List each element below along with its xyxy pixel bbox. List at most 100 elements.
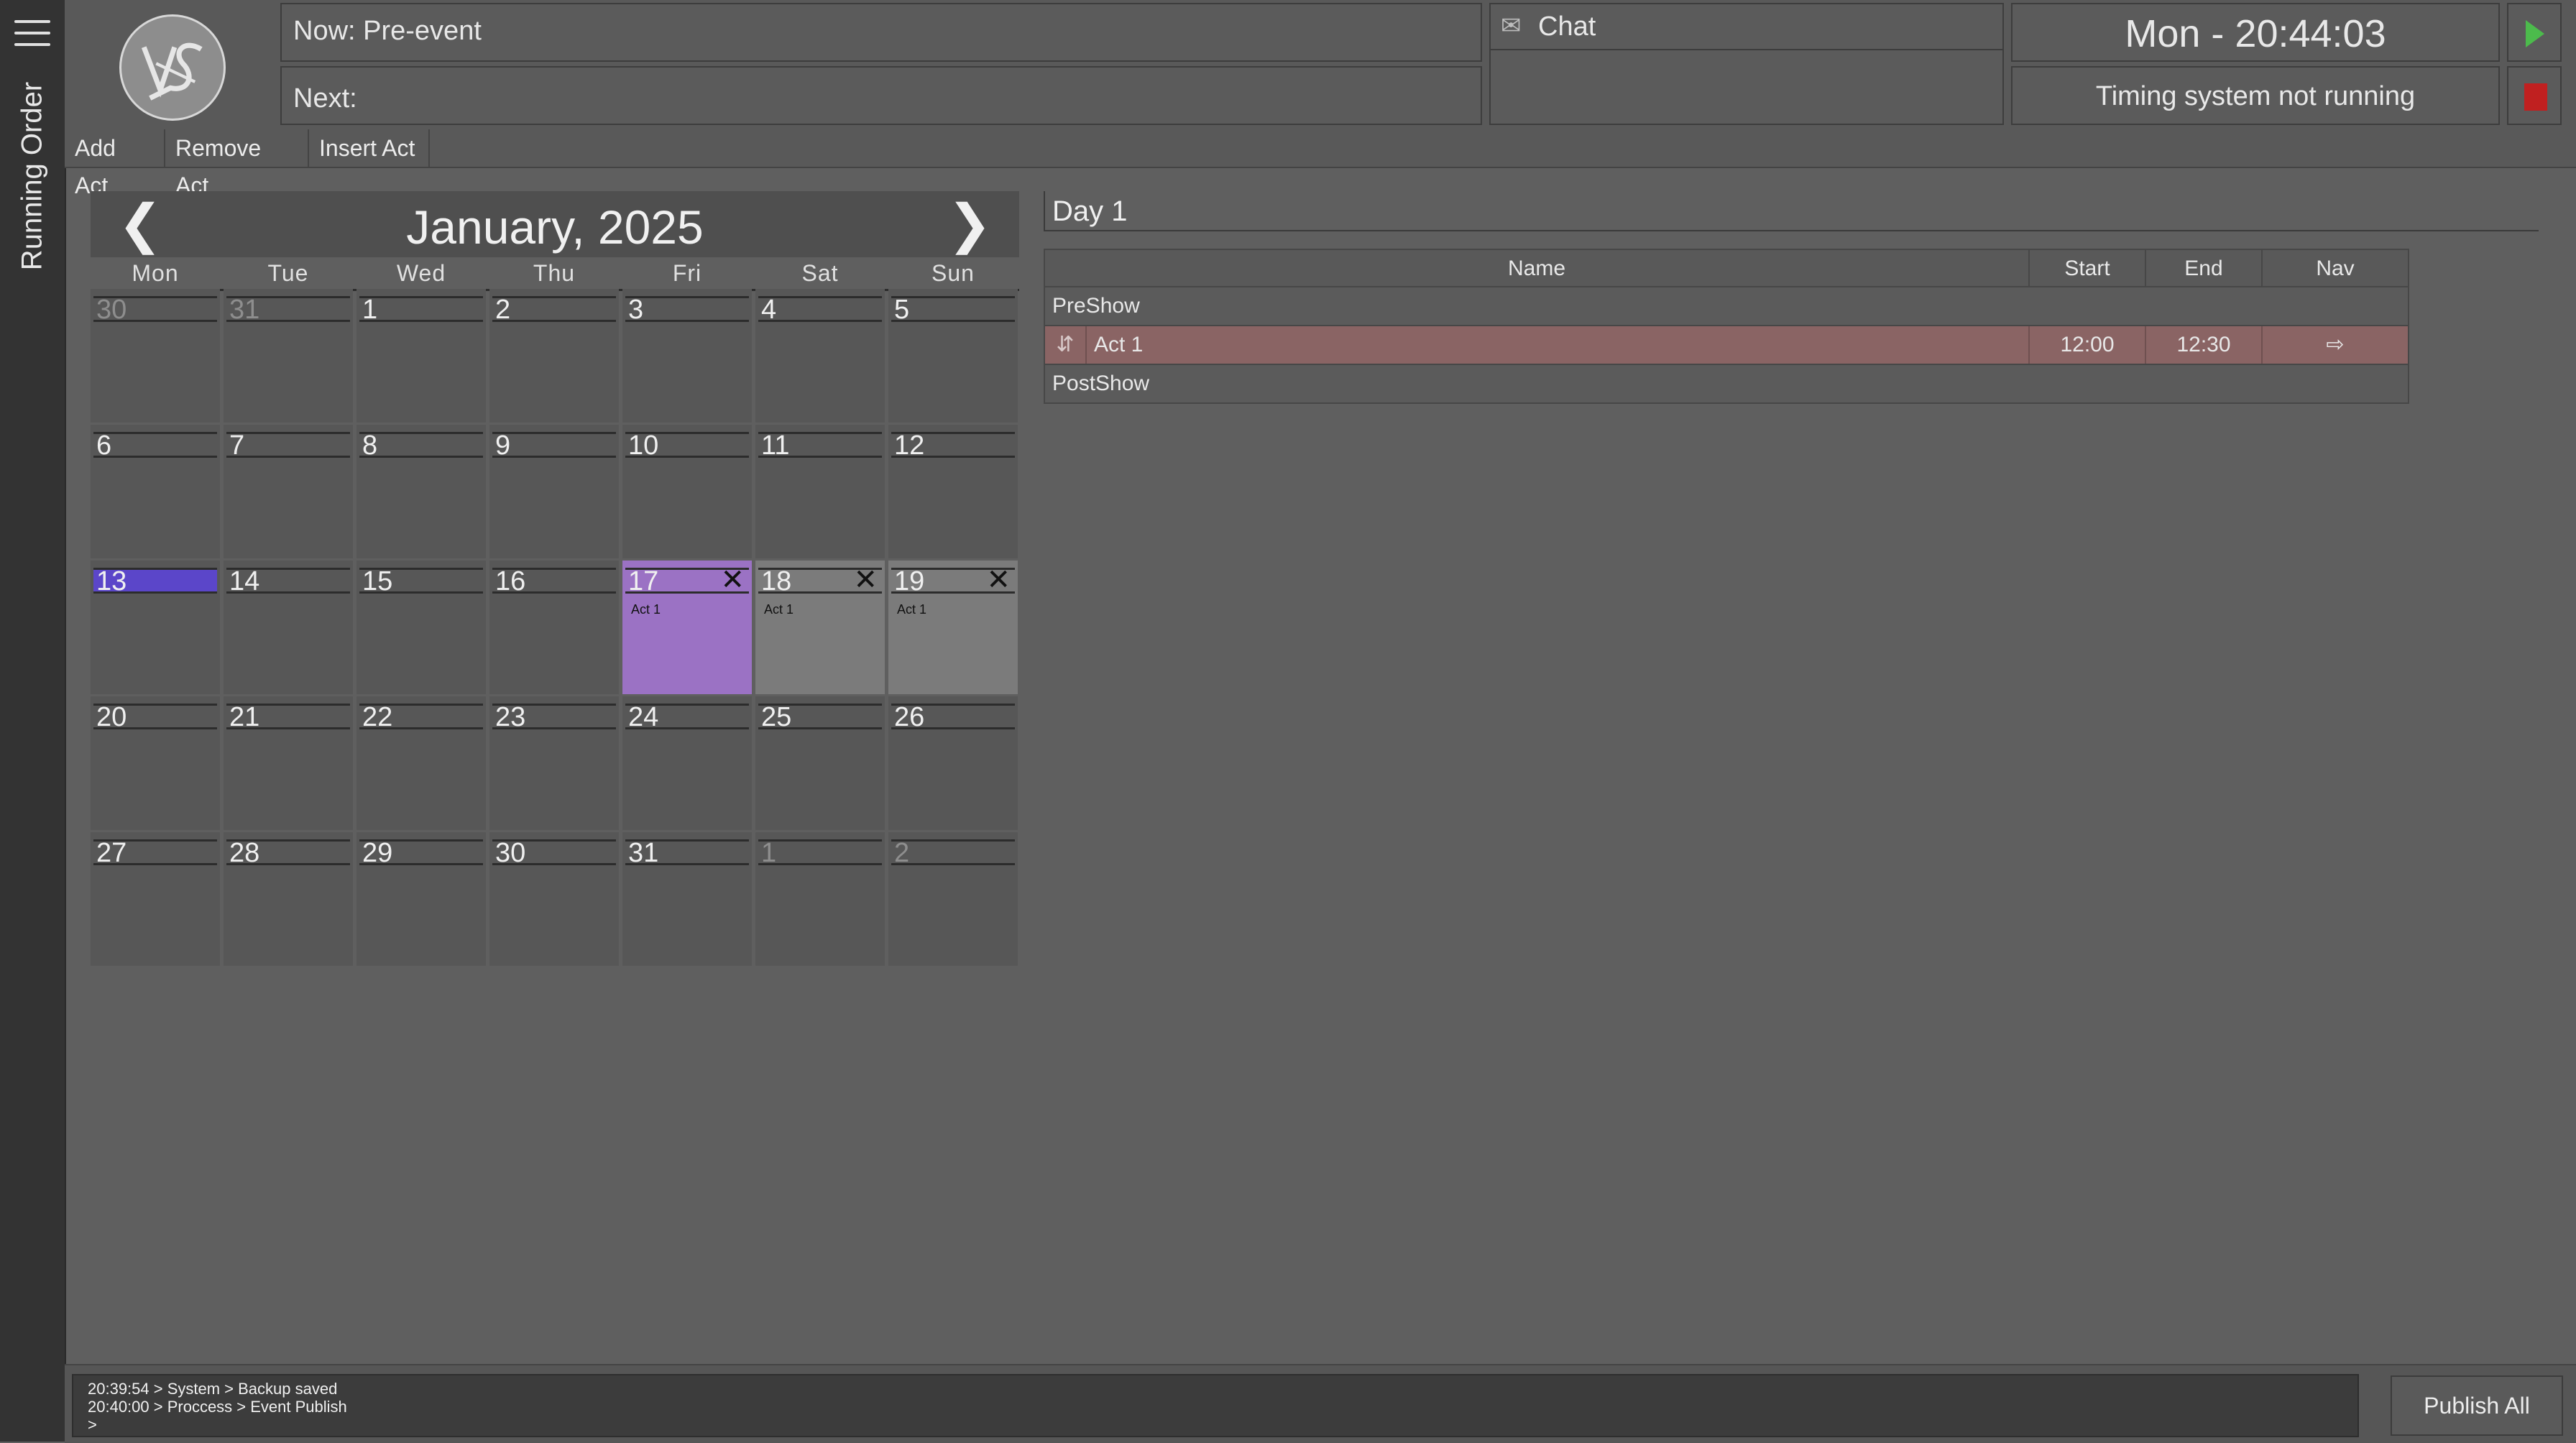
event-log[interactable]: 20:39:54 > System > Backup saved 20:40:0…: [72, 1374, 2359, 1437]
sidebar-title[interactable]: Running Order: [17, 82, 49, 270]
preshow-label: PreShow: [1052, 294, 1140, 318]
close-icon[interactable]: ✕: [853, 566, 878, 594]
drag-handle-icon[interactable]: ⇵: [1045, 326, 1085, 364]
day-number: 13: [96, 566, 127, 596]
calendar-day[interactable]: 30: [489, 832, 619, 966]
preshow-row[interactable]: PreShow: [1044, 287, 2409, 326]
day-header: 27: [93, 839, 217, 867]
postshow-label: PostShow: [1052, 372, 1150, 395]
day-number: 8: [362, 430, 378, 461]
calendar-day[interactable]: 10: [622, 425, 752, 558]
day-number: 12: [894, 430, 925, 461]
calendar-day[interactable]: 20: [91, 696, 220, 830]
calendar-day[interactable]: 30: [91, 289, 220, 423]
calendar-day[interactable]: 2: [489, 289, 619, 423]
day-header: 6: [93, 431, 217, 460]
day-number: 30: [96, 295, 127, 325]
day-number: 24: [628, 702, 659, 732]
day-header: 23: [492, 702, 616, 732]
calendar-day[interactable]: 2: [888, 832, 1018, 966]
stop-button[interactable]: [2507, 66, 2562, 125]
log-line: 20:40:00 > Proccess > Event Publish: [88, 1398, 347, 1416]
act-end-time[interactable]: 12:30: [2145, 326, 2261, 364]
next-month-button[interactable]: ❯: [947, 195, 992, 253]
calendar-day[interactable]: 16: [489, 561, 619, 694]
day-header: 2: [492, 295, 616, 325]
calendar-day[interactable]: 3: [622, 289, 752, 423]
day-number: 1: [362, 295, 378, 325]
calendar-day[interactable]: 29: [356, 832, 486, 966]
day-number: 29: [362, 838, 393, 868]
clock-display: Mon - 20:44:03: [2011, 3, 2500, 62]
calendar-day[interactable]: 19 ✕ Act 1: [888, 561, 1018, 694]
day-header: 10: [625, 430, 749, 461]
calendar-day[interactable]: 12: [888, 425, 1018, 558]
day-number: 2: [894, 838, 910, 868]
calendar-day[interactable]: 15: [356, 561, 486, 694]
logo-icon: [119, 14, 226, 121]
column-header-end: End: [2145, 250, 2261, 287]
calendar-day[interactable]: 17 ✕ Act 1: [622, 561, 752, 694]
calendar-day[interactable]: 26: [888, 696, 1018, 830]
day-number: 10: [628, 430, 659, 461]
chat-header[interactable]: ✉ Chat: [1491, 4, 2002, 50]
act-name[interactable]: Act 1: [1085, 326, 2028, 364]
calendar-day[interactable]: 31: [224, 289, 353, 423]
chat-title: Chat: [1538, 11, 1596, 42]
day-number: 19: [894, 566, 925, 596]
close-icon[interactable]: ✕: [986, 566, 1011, 594]
postshow-row[interactable]: PostShow: [1044, 365, 2409, 404]
calendar-day[interactable]: 8: [356, 425, 486, 558]
weekday-label: Sat: [801, 260, 839, 286]
calendar-day[interactable]: 25: [755, 696, 885, 830]
calendar-day[interactable]: 7: [224, 425, 353, 558]
calendar-day[interactable]: 5: [888, 289, 1018, 423]
remove-act-button[interactable]: Remove Act: [165, 129, 309, 198]
day-number: 2: [495, 295, 511, 325]
act-row[interactable]: ⇵ Act 1 12:00 12:30 ⇨: [1044, 326, 2409, 365]
chat-panel[interactable]: ✉ Chat: [1489, 3, 2004, 125]
calendar-day[interactable]: 21: [224, 696, 353, 830]
day-number: 15: [362, 566, 393, 596]
day-header: 19 ✕: [891, 566, 1015, 596]
publish-all-button[interactable]: Publish All: [2391, 1375, 2563, 1436]
calendar-day[interactable]: 6: [91, 425, 220, 558]
day-header: 9: [492, 431, 616, 460]
day-event-label: Act 1: [631, 602, 661, 617]
calendar-day[interactable]: 28: [224, 832, 353, 966]
add-act-button[interactable]: Add Act: [65, 129, 165, 198]
insert-act-button[interactable]: Insert Act: [309, 129, 430, 167]
calendar-day[interactable]: 4: [755, 289, 885, 423]
day-header: 15: [359, 566, 483, 596]
calendar-day[interactable]: 9: [489, 425, 619, 558]
day-header: 16: [492, 566, 616, 596]
day-number: 22: [362, 702, 393, 732]
day-number: 23: [495, 702, 526, 732]
calendar-day[interactable]: 24: [622, 696, 752, 830]
day-number: 16: [495, 566, 526, 596]
next-status: Next:: [280, 66, 1482, 125]
day-number: 14: [229, 566, 260, 596]
calendar-day[interactable]: 23: [489, 696, 619, 830]
stop-icon: [2524, 83, 2547, 111]
day-number: 28: [229, 838, 260, 868]
calendar-day[interactable]: 18 ✕ Act 1: [755, 561, 885, 694]
calendar-day[interactable]: 31: [622, 832, 752, 966]
calendar-day[interactable]: 11: [755, 425, 885, 558]
calendar-day[interactable]: 14: [224, 561, 353, 694]
calendar-day[interactable]: 27: [91, 832, 220, 966]
close-icon[interactable]: ✕: [720, 566, 745, 594]
hamburger-icon[interactable]: [14, 20, 50, 49]
act-start-time[interactable]: 12:00: [2028, 326, 2145, 364]
footer: 20:39:54 > System > Backup saved 20:40:0…: [65, 1364, 2576, 1443]
calendar-day[interactable]: 13: [91, 561, 220, 694]
calendar-day[interactable]: 1: [356, 289, 486, 423]
play-button[interactable]: [2507, 3, 2562, 62]
calendar-day[interactable]: 1: [755, 832, 885, 966]
day-header: 1: [758, 839, 882, 867]
day-header: 28: [226, 838, 350, 868]
calendar-day[interactable]: 22: [356, 696, 486, 830]
log-line: 20:39:54 > System > Backup saved: [88, 1380, 338, 1398]
day-number: 20: [96, 702, 127, 732]
nav-arrow-icon[interactable]: ⇨: [2261, 326, 2408, 364]
